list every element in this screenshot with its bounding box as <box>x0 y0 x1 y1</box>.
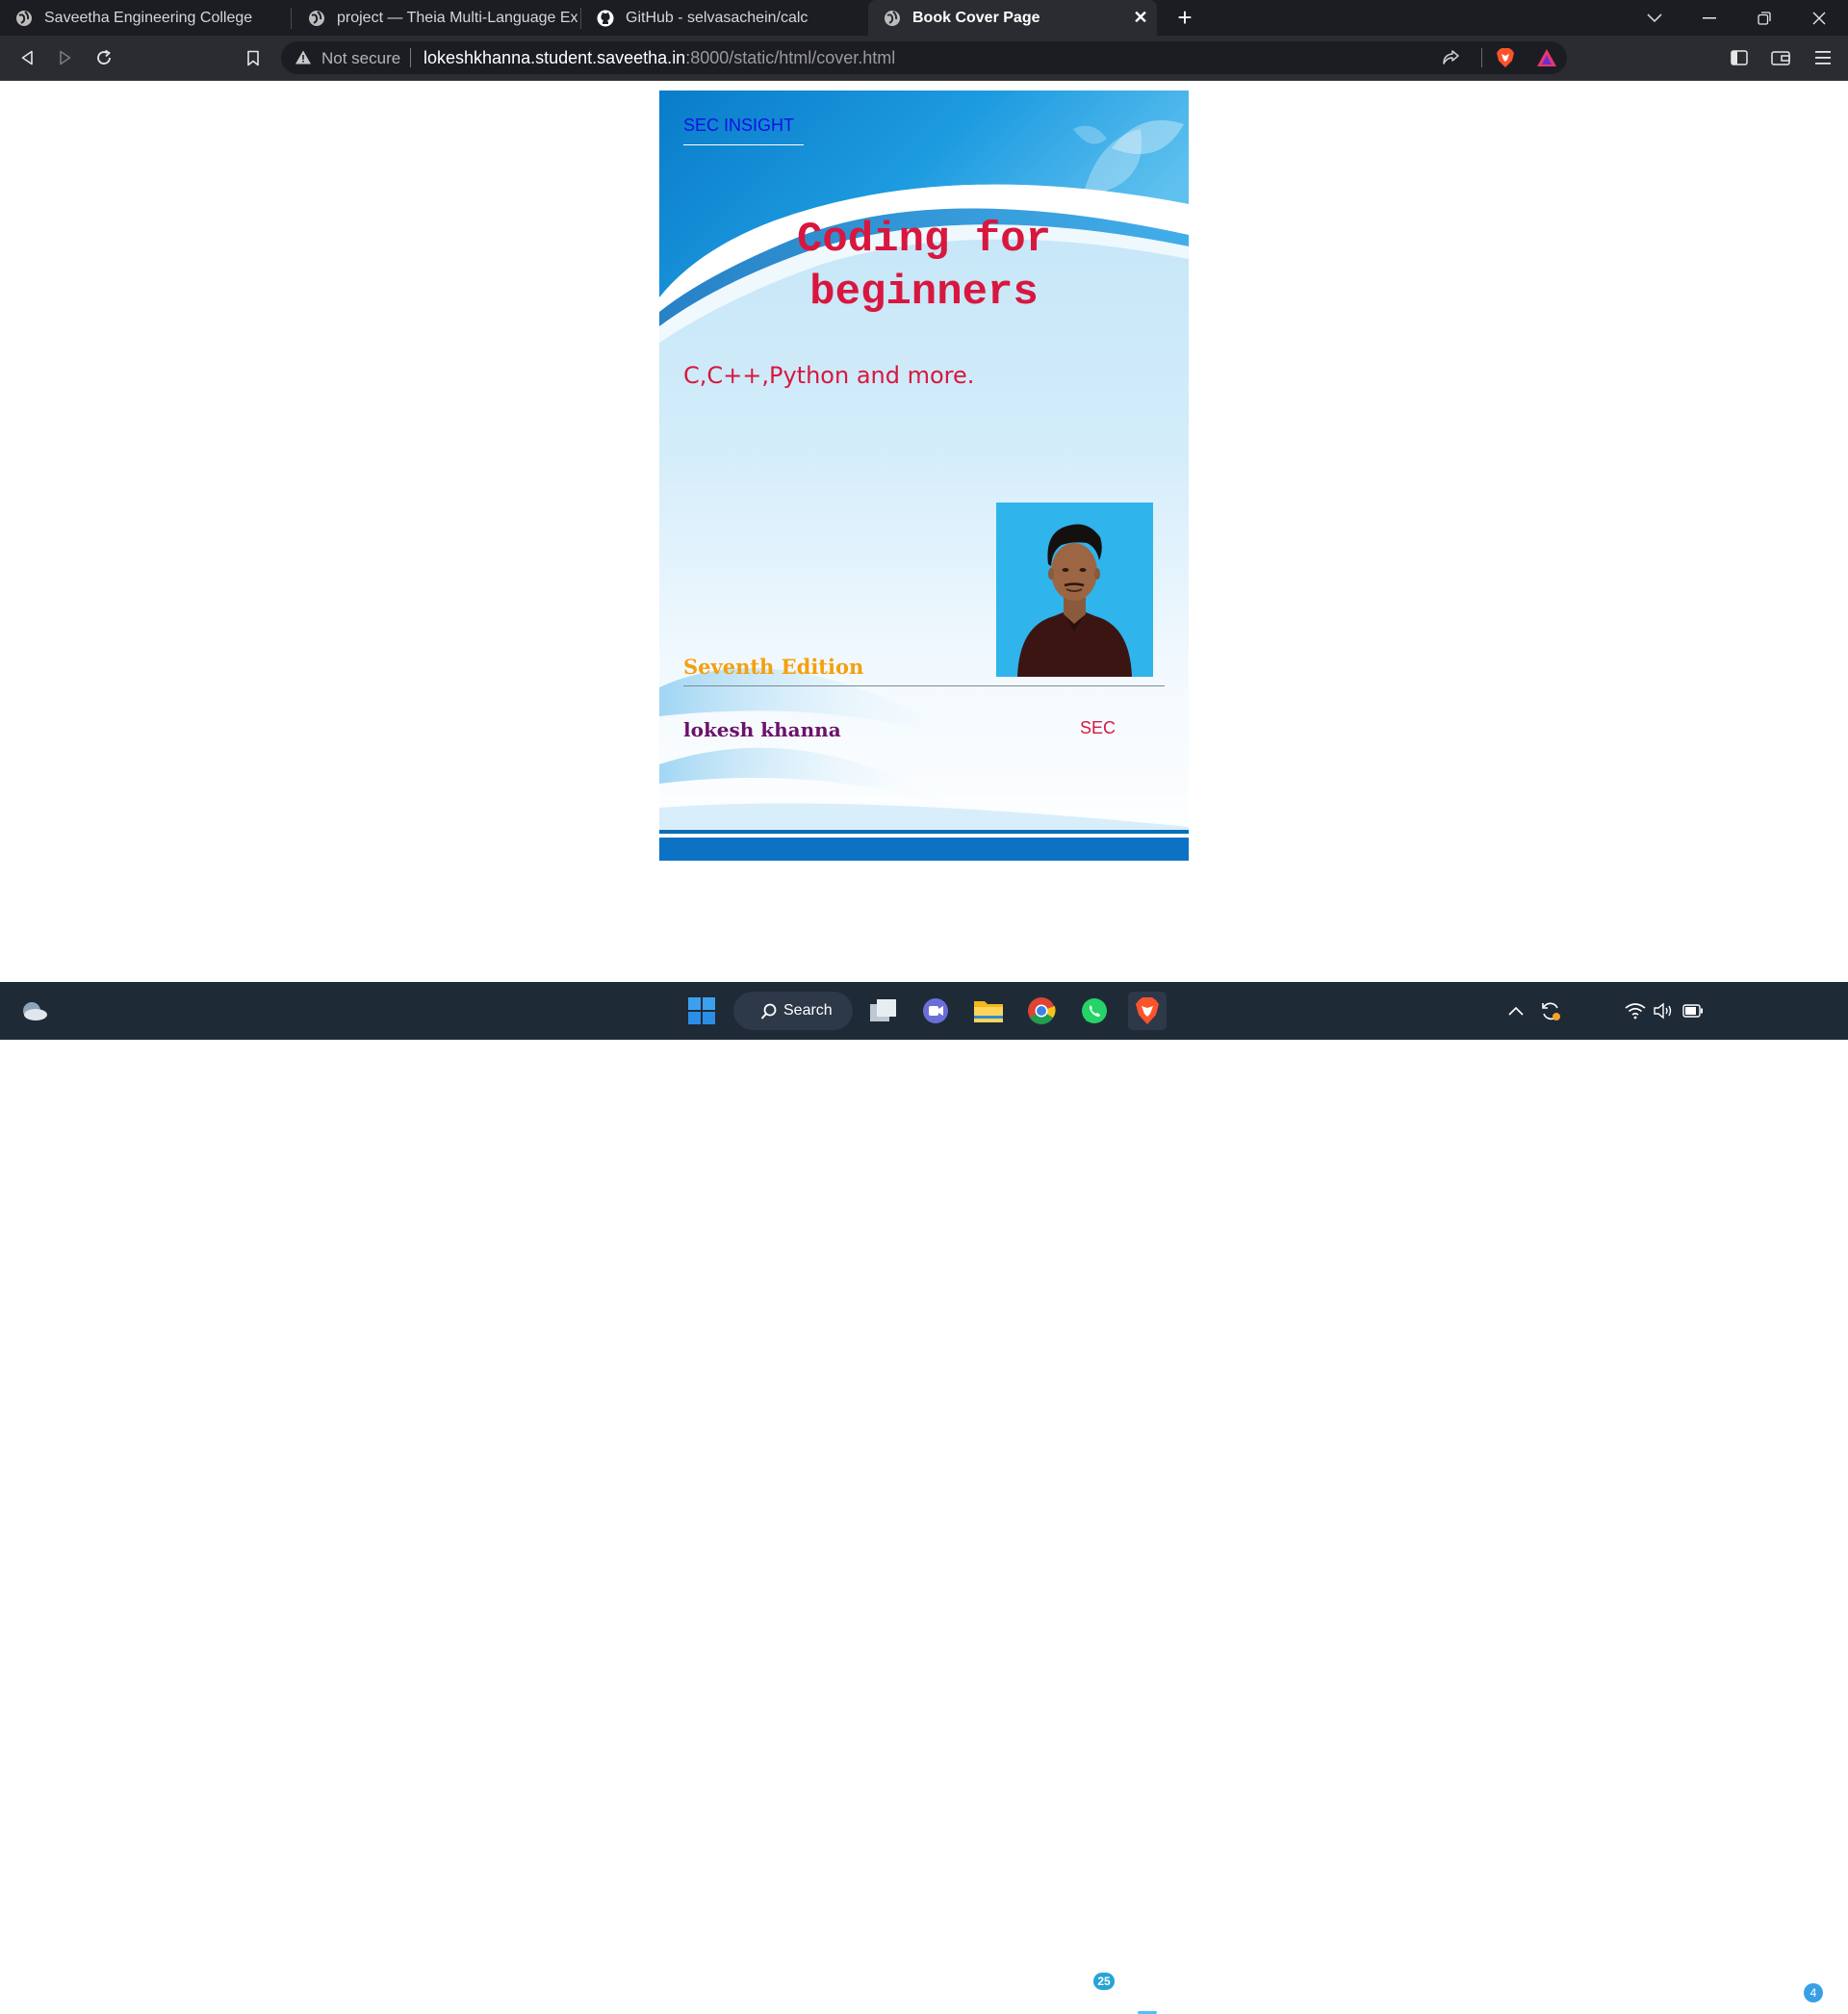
search-icon <box>760 1003 777 1020</box>
task-view-icon[interactable] <box>864 992 903 1030</box>
taskbar-search-button[interactable]: Search <box>733 992 853 1030</box>
taskbar: Search 25 ENG IN 10:40 27-01-2023 4 <box>0 982 1848 2014</box>
brave-shields-icon[interactable] <box>1495 47 1516 68</box>
forward-icon[interactable] <box>52 44 79 71</box>
teams-icon[interactable] <box>916 992 955 1030</box>
tab-title: GitHub - selvasachein/calc <box>626 9 808 26</box>
author-photo <box>996 503 1153 677</box>
publisher-name: SEC <box>1080 718 1116 737</box>
url-text[interactable]: lokeshkhanna.student.saveetha.in:8000/st… <box>424 48 895 68</box>
cover-background-waves <box>659 90 1189 830</box>
globe-icon <box>885 10 900 26</box>
sync-icon[interactable] <box>1536 992 1565 1030</box>
weather-icon[interactable] <box>15 992 54 1030</box>
minimize-icon[interactable] <box>1682 0 1736 36</box>
tab-divider <box>291 8 292 29</box>
language-indicator[interactable]: ENG IN <box>1571 1975 1613 2011</box>
security-status[interactable]: Not secure <box>321 49 400 68</box>
region-code: IN <box>1585 1994 1599 2009</box>
share-icon[interactable] <box>1440 47 1461 68</box>
bottom-accent-line <box>659 830 1189 834</box>
edition-divider <box>683 685 1165 686</box>
close-tab-icon[interactable]: ✕ <box>1132 9 1149 26</box>
address-divider <box>1481 48 1482 67</box>
sidebar-icon[interactable] <box>1728 46 1751 69</box>
url-divider <box>410 48 411 67</box>
brave-rewards-icon[interactable] <box>1536 47 1557 68</box>
wifi-icon[interactable] <box>1622 992 1649 1030</box>
volume-icon[interactable] <box>1651 992 1678 1030</box>
book-title-line-2: beginners <box>809 269 1039 317</box>
file-explorer-icon[interactable] <box>969 992 1008 1030</box>
book-subtitle: C,C++,Python and more. <box>683 362 975 389</box>
restore-icon[interactable] <box>1737 0 1791 36</box>
address-bar[interactable]: Not secure lokeshkhanna.student.saveetha… <box>281 41 1567 74</box>
clock-date: 27-01-2023 <box>1729 1994 1798 2009</box>
edition-label: Seventh Edition <box>683 655 864 679</box>
battery-icon[interactable] <box>1680 992 1707 1030</box>
close-window-icon[interactable] <box>1792 0 1846 36</box>
book-title: Coding for beginners <box>717 214 1131 320</box>
whatsapp-unread-badge: 25 <box>1093 1973 1115 1990</box>
clock-time: 10:40 <box>1763 1975 1798 1991</box>
tab-title: project — Theia Multi-Language Exam <box>337 9 578 26</box>
tab-github-calc[interactable]: GitHub - selvasachein/calc <box>581 0 866 36</box>
warning-icon <box>295 50 311 65</box>
tab-title: Book Cover Page <box>912 9 1040 26</box>
chevron-up-icon[interactable] <box>1502 992 1530 1030</box>
back-icon[interactable] <box>13 44 40 71</box>
notification-count-badge[interactable]: 4 <box>1804 1983 1823 2002</box>
url-host: lokeshkhanna.student.saveetha.in <box>424 48 686 67</box>
whatsapp-icon[interactable] <box>1075 992 1114 1030</box>
url-path: :8000/static/html/cover.html <box>685 48 896 67</box>
search-label: Search <box>783 1002 833 1019</box>
language-code: ENG <box>1577 1975 1607 1991</box>
author-name: lokesh khanna <box>683 718 841 741</box>
tab-title: Saveetha Engineering College <box>44 9 253 26</box>
reload-icon[interactable] <box>90 44 117 71</box>
browser-toolbar: Not secure lokeshkhanna.student.saveetha… <box>0 36 1848 81</box>
bottom-accent-bar <box>659 838 1189 861</box>
brand-underline <box>683 144 804 145</box>
book-title-line-1: Coding for <box>796 216 1052 264</box>
tab-search-chevron-icon[interactable] <box>1628 0 1681 36</box>
github-icon <box>597 10 614 26</box>
menu-icon[interactable] <box>1811 46 1835 69</box>
brand-name: SEC INSIGHT <box>683 116 795 135</box>
wallet-icon[interactable] <box>1769 46 1792 69</box>
bookmark-icon[interactable] <box>240 44 267 71</box>
tab-bar: Saveetha Engineering College project — T… <box>0 0 1848 36</box>
tab-saveetha[interactable]: Saveetha Engineering College <box>0 0 289 36</box>
globe-icon <box>16 10 32 26</box>
new-tab-button[interactable]: + <box>1170 3 1199 32</box>
author-portrait-image <box>996 503 1153 677</box>
book-cover: SEC INSIGHT Coding for beginners C,C++,P… <box>659 90 1189 861</box>
tab-theia-project[interactable]: project — Theia Multi-Language Exam <box>293 0 578 36</box>
clock[interactable]: 10:40 27-01-2023 <box>1717 1975 1798 2011</box>
brave-icon[interactable] <box>1128 992 1167 1030</box>
globe-icon <box>309 10 324 26</box>
start-icon[interactable] <box>682 992 721 1030</box>
chrome-icon[interactable] <box>1022 992 1061 1030</box>
tab-book-cover-page[interactable]: Book Cover Page ✕ <box>868 0 1157 36</box>
